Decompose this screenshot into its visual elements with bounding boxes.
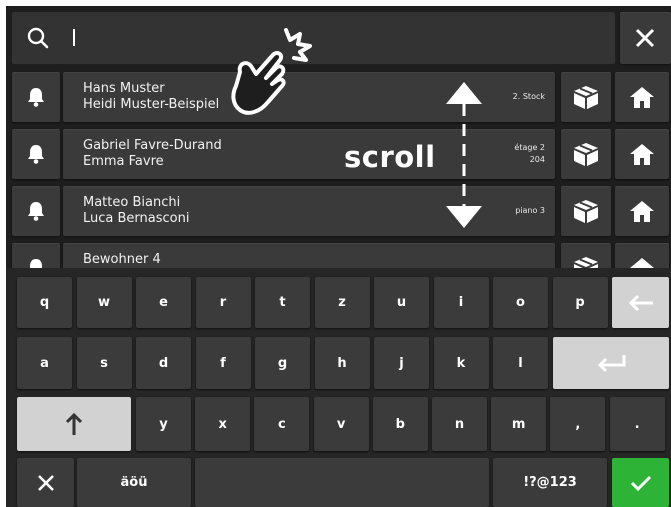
key-t[interactable]: t: [255, 277, 310, 328]
resident-name-secondary: Heidi Muster-Beispiel: [83, 97, 220, 112]
shift-arrow-icon: [65, 412, 83, 435]
shift-key[interactable]: [17, 397, 131, 451]
bell-icon: [28, 88, 44, 107]
key-d[interactable]: d: [136, 337, 191, 389]
space-key[interactable]: [195, 458, 489, 507]
notify-button[interactable]: [12, 72, 60, 122]
resident-name-primary: Gabriel Favre-Durand: [83, 138, 222, 153]
delivery-button[interactable]: [561, 186, 611, 236]
home-icon: [630, 144, 654, 165]
resident-names: Matteo Bianchi Luca Bernasconi: [83, 195, 189, 227]
key-q[interactable]: q: [17, 277, 72, 328]
tap-hand-icon: [231, 28, 312, 115]
resident-name-primary: Hans Muster: [83, 81, 165, 96]
key-l[interactable]: l: [493, 337, 548, 389]
package-icon: [574, 200, 598, 223]
delivery-button[interactable]: [561, 72, 611, 122]
key-n[interactable]: n: [432, 397, 487, 451]
bell-icon: [28, 145, 44, 164]
scroll-label: scroll: [344, 140, 436, 174]
package-icon: [574, 143, 598, 166]
key-period[interactable]: .: [609, 397, 665, 451]
key-p[interactable]: p: [552, 277, 608, 328]
key-f[interactable]: f: [195, 337, 251, 389]
delivery-button[interactable]: [561, 129, 611, 179]
symbols-key[interactable]: !?@123: [493, 458, 607, 507]
home-button[interactable]: [615, 186, 669, 236]
key-b[interactable]: b: [372, 397, 428, 451]
on-screen-keyboard: qwertzuiop asdfghjkl yxcvbnm,. äöü !?@12…: [6, 268, 671, 507]
key-y[interactable]: y: [136, 397, 191, 451]
key-v[interactable]: v: [313, 397, 369, 451]
search-icon: [27, 27, 49, 49]
home-icon: [630, 87, 654, 108]
resident-name-primary: Bewohner 4: [83, 252, 161, 267]
backspace-arrow-icon: [628, 294, 653, 311]
key-r[interactable]: r: [195, 277, 251, 328]
key-k[interactable]: k: [433, 337, 489, 389]
close-search-button[interactable]: [620, 12, 671, 64]
scroll-arrows-icon: [446, 82, 482, 228]
key-c[interactable]: c: [254, 397, 310, 451]
home-button[interactable]: [615, 129, 669, 179]
home-button[interactable]: [615, 72, 669, 122]
key-x[interactable]: x: [195, 397, 251, 451]
key-m[interactable]: m: [491, 397, 547, 451]
key-u[interactable]: u: [374, 277, 429, 328]
key-z[interactable]: z: [314, 277, 370, 328]
key-comma[interactable]: ,: [550, 397, 606, 451]
bell-icon: [28, 202, 44, 221]
resident-name-primary: Matteo Bianchi: [83, 195, 181, 210]
key-g[interactable]: g: [255, 337, 310, 389]
key-i[interactable]: i: [433, 277, 489, 328]
enter-arrow-icon: [597, 355, 626, 373]
resident-names: Hans Muster Heidi Muster-Beispiel: [83, 81, 219, 113]
resident-names: Gabriel Favre-Durand Emma Favre: [83, 138, 222, 170]
close-keyboard-button[interactable]: [17, 458, 74, 507]
resident-name-secondary: Luca Bernasconi: [83, 211, 190, 226]
package-icon: [574, 86, 598, 109]
text-cursor: [73, 29, 75, 46]
key-j[interactable]: j: [374, 337, 429, 389]
enter-key[interactable]: [553, 337, 669, 389]
notify-button[interactable]: [12, 129, 60, 179]
close-icon: [635, 28, 655, 48]
key-o[interactable]: o: [493, 277, 548, 328]
checkmark-icon: [630, 475, 651, 491]
resident-names: Bewohner 4: [83, 252, 161, 268]
home-icon: [630, 201, 654, 222]
close-icon: [37, 474, 54, 491]
confirm-button[interactable]: [612, 458, 669, 507]
app-screen: Hans Muster Heidi Muster-Beispiel 2. Stock…: [6, 6, 671, 507]
backspace-key[interactable]: [612, 277, 669, 328]
key-s[interactable]: s: [76, 337, 132, 389]
umlaut-key[interactable]: äöü: [77, 458, 191, 507]
key-h[interactable]: h: [314, 337, 370, 389]
key-e[interactable]: e: [136, 277, 191, 328]
notify-button[interactable]: [12, 186, 60, 236]
key-a[interactable]: a: [17, 337, 72, 389]
key-w[interactable]: w: [76, 277, 132, 328]
resident-name-secondary: Emma Favre: [83, 154, 164, 169]
